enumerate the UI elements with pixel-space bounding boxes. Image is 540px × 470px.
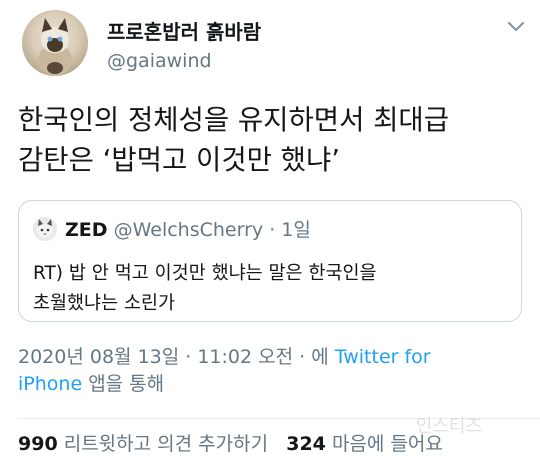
- tweet-stats: 990 리트윗하고 의견 추가하기 324 마음에 들어요: [18, 431, 443, 457]
- source-link[interactable]: Twitter for: [335, 346, 431, 368]
- quoted-header: ZED @WelchsCherry · 1일: [65, 217, 311, 243]
- quoted-tweet-card[interactable]: ZED @WelchsCherry · 1일 RT) 밥 안 먹고 이것만 했냐…: [18, 200, 522, 322]
- via-text: 에: [311, 346, 329, 368]
- tweet-text-line: 감탄은 ‘밥먹고 이것만 했냐’: [18, 144, 341, 176]
- retweet-count: 990: [18, 433, 58, 455]
- quoted-author-handle: @WelchsCherry: [113, 219, 264, 241]
- source-link-continued[interactable]: iPhone: [18, 373, 82, 395]
- like-count: 324: [286, 433, 326, 455]
- quoted-text-line: 초월했냐는 소린가: [33, 293, 176, 314]
- quoted-author-name: ZED: [65, 219, 108, 241]
- quoted-avatar: [33, 217, 57, 241]
- quoted-text: RT) 밥 안 먹고 이것만 했냐는 말은 한국인을 초월했냐는 소린가: [33, 259, 513, 319]
- retweet-stat[interactable]: 990 리트윗하고 의견 추가하기: [18, 433, 268, 455]
- tweet-meta: 2020년 08월 13일 · 11:02 오전 · 에 Twitter for…: [18, 344, 528, 398]
- retweet-label: 리트윗하고 의견 추가하기: [63, 433, 269, 455]
- separator-dot: ·: [269, 219, 276, 241]
- watermark: 인스티즈: [415, 416, 482, 437]
- author-display-name[interactable]: 프로혼밥러 흙바람: [107, 16, 261, 45]
- tweet-text: 한국인의 정체성을 유지하면서 최대급 감탄은 ‘밥먹고 이것만 했냐’: [18, 100, 528, 180]
- avatar[interactable]: [22, 10, 88, 76]
- tweet-text-line: 한국인의 정체성을 유지하면서 최대급: [18, 104, 450, 136]
- quoted-time: 1일: [281, 219, 311, 241]
- quoted-text-line: RT) 밥 안 먹고 이것만 했냐는 말은 한국인을: [33, 263, 377, 284]
- author-handle[interactable]: @gaiawind: [107, 50, 212, 72]
- chevron-down-icon[interactable]: [506, 20, 526, 34]
- source-suffix: 앱을 통해: [88, 373, 165, 395]
- timestamp[interactable]: 2020년 08월 13일 · 11:02 오전 ·: [18, 346, 305, 368]
